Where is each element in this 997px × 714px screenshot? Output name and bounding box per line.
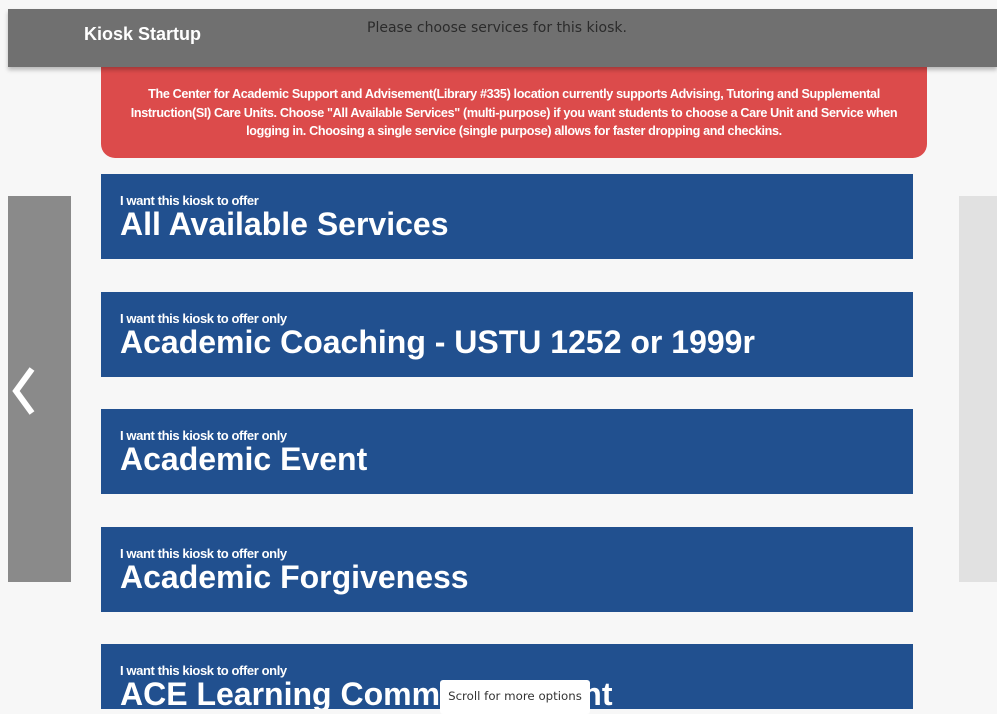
service-option-name: Academic Forgiveness bbox=[120, 559, 469, 595]
previous-page-button[interactable] bbox=[8, 196, 71, 582]
service-option-prefix: I want this kiosk to offer only bbox=[120, 663, 287, 678]
service-option-all-available-services[interactable]: I want this kiosk to offer All Available… bbox=[101, 174, 913, 259]
service-option-name: Academic Event bbox=[120, 441, 368, 477]
chevron-left-icon bbox=[10, 366, 40, 421]
service-option-name: Academic Coaching - USTU 1252 or 1999r bbox=[120, 324, 755, 360]
header-bar: Kiosk Startup Please choose services for… bbox=[8, 9, 997, 67]
service-option-prefix: I want this kiosk to offer only bbox=[120, 428, 287, 443]
service-option-prefix: I want this kiosk to offer bbox=[120, 193, 259, 208]
page-subtitle: Please choose services for this kiosk. bbox=[367, 20, 627, 36]
service-option-academic-event[interactable]: I want this kiosk to offer only Academic… bbox=[101, 409, 913, 494]
service-option-academic-forgiveness[interactable]: I want this kiosk to offer only Academic… bbox=[101, 527, 913, 612]
page-title: Kiosk Startup bbox=[84, 24, 202, 44]
service-option-prefix: I want this kiosk to offer only bbox=[120, 546, 287, 561]
next-page-button[interactable] bbox=[959, 196, 997, 582]
service-option-prefix: I want this kiosk to offer only bbox=[120, 311, 287, 326]
service-option-academic-coaching[interactable]: I want this kiosk to offer only Academic… bbox=[101, 292, 913, 377]
location-notice: The Center for Academic Support and Advi… bbox=[101, 60, 927, 158]
service-option-name: All Available Services bbox=[120, 206, 449, 242]
